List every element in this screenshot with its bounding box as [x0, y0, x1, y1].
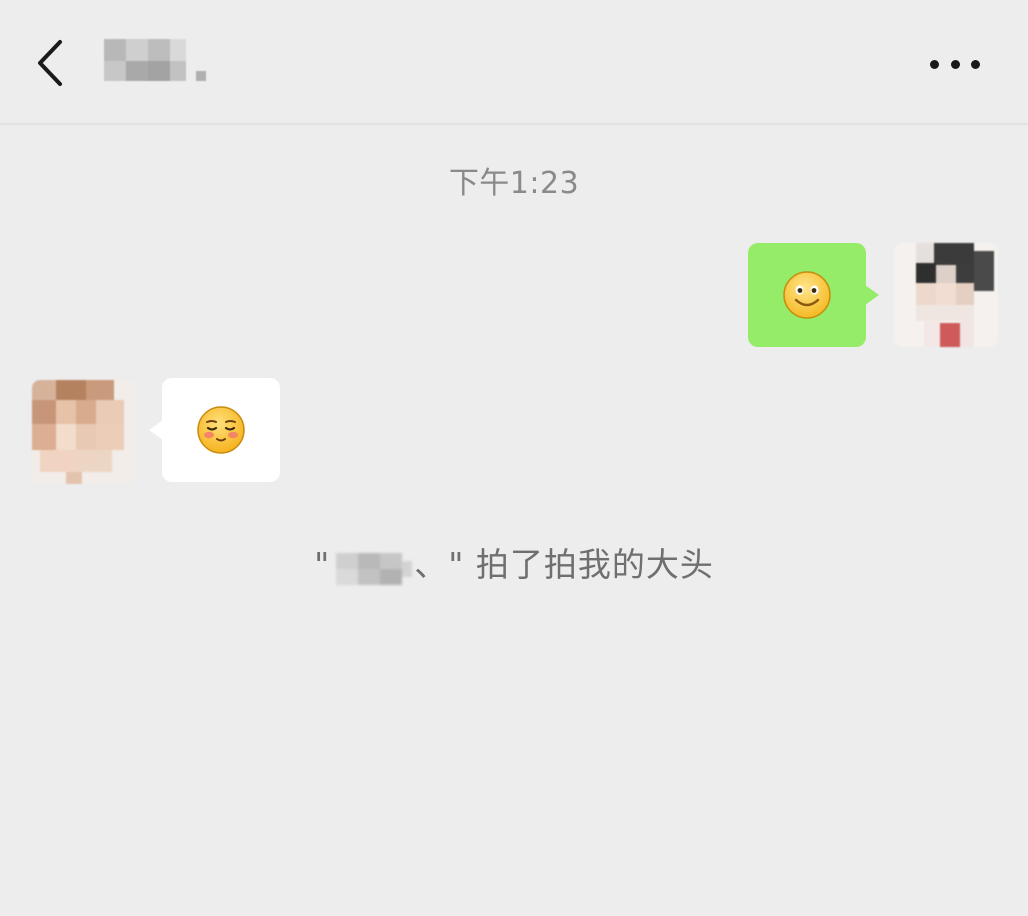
name-suffix: 、": [414, 545, 465, 584]
tickle-action-text: 拍了拍我的大头: [464, 545, 714, 584]
more-dot: [971, 59, 980, 69]
tickler-name-pixelated: [332, 547, 413, 587]
sent-message-bubble[interactable]: [748, 243, 879, 347]
bubble-tail: [865, 285, 879, 305]
my-avatar[interactable]: [894, 243, 998, 347]
back-button[interactable]: [30, 36, 74, 90]
bubble-tail: [149, 420, 163, 440]
smile-face-icon: [783, 271, 831, 319]
pleading-shy-face-icon: [197, 406, 245, 454]
tickle-system-message: " 、" 拍了拍我的大头: [0, 538, 1028, 587]
chat-title: [100, 30, 210, 90]
message-timestamp: 下午1:23: [448, 166, 580, 201]
contact-name-pixelated: [100, 33, 210, 87]
received-message-bubble[interactable]: [149, 378, 280, 482]
more-options-button[interactable]: [926, 50, 984, 78]
open-quote: ": [314, 545, 331, 584]
chevron-left-icon: [38, 40, 62, 86]
contact-avatar[interactable]: [32, 380, 136, 484]
more-dot: [950, 59, 960, 69]
chat-screen: 下午1:23 " 、" 拍了拍我的大头: [0, 0, 1028, 916]
chat-header: [0, 0, 1028, 125]
more-dot: [930, 59, 939, 69]
